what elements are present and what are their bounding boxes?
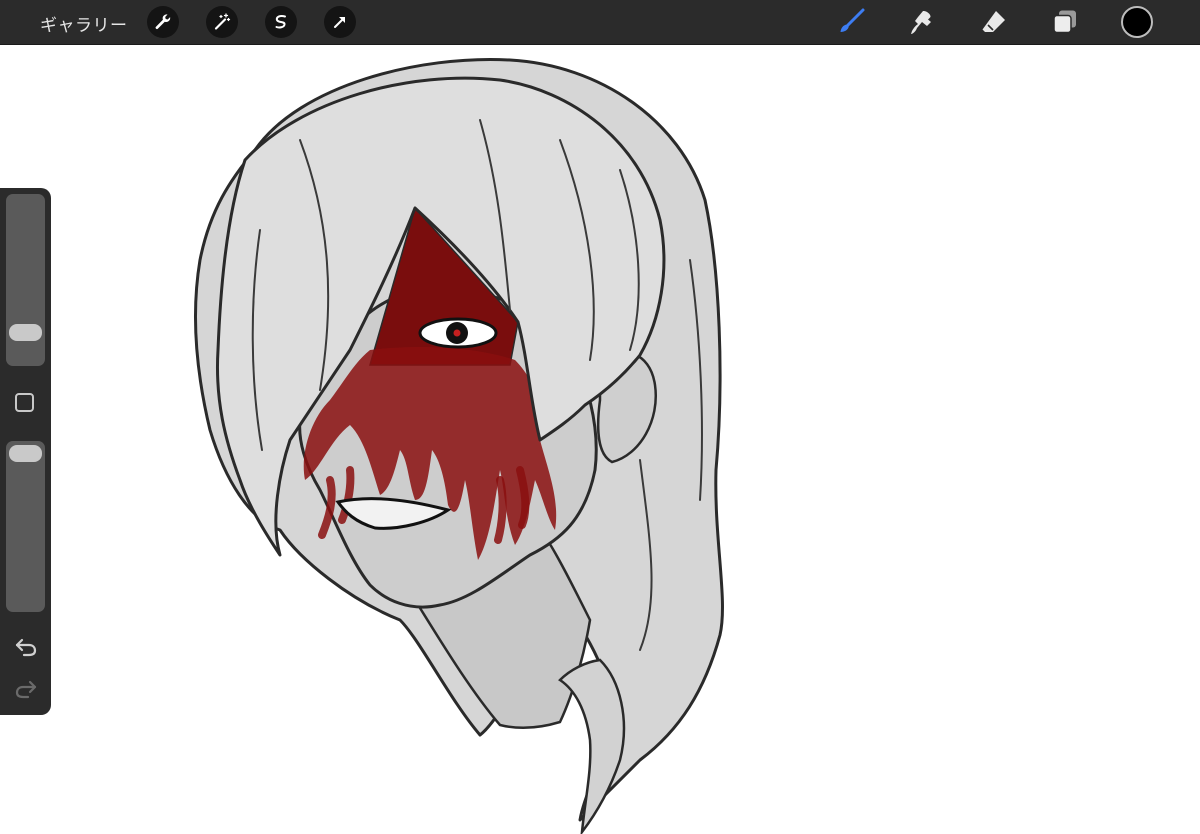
gallery-button[interactable]: ギャラリー — [40, 11, 128, 36]
top-toolbar: ギャラリー — [0, 0, 1200, 45]
drawing-canvas[interactable] — [0, 45, 1200, 834]
magic-wand-icon[interactable] — [206, 6, 238, 38]
brush-icon[interactable] — [836, 7, 866, 37]
brush-size-slider[interactable] — [6, 194, 45, 366]
modify-button[interactable] — [15, 393, 34, 412]
color-picker-swatch[interactable] — [1121, 6, 1153, 38]
smudge-icon[interactable] — [907, 7, 937, 37]
artwork-ponytail — [558, 658, 626, 834]
eraser-icon[interactable] — [979, 7, 1009, 37]
transform-arrow-icon[interactable] — [324, 6, 356, 38]
opacity-slider[interactable] — [6, 441, 45, 612]
wrench-icon[interactable] — [147, 6, 179, 38]
selection-icon[interactable] — [265, 6, 297, 38]
opacity-thumb[interactable] — [9, 445, 42, 462]
undo-icon[interactable] — [13, 636, 39, 658]
redo-icon[interactable] — [13, 678, 39, 700]
layers-icon[interactable] — [1050, 7, 1080, 37]
brush-size-thumb[interactable] — [9, 324, 42, 341]
brush-sidebar — [0, 188, 51, 715]
artwork-pupil — [453, 329, 461, 337]
